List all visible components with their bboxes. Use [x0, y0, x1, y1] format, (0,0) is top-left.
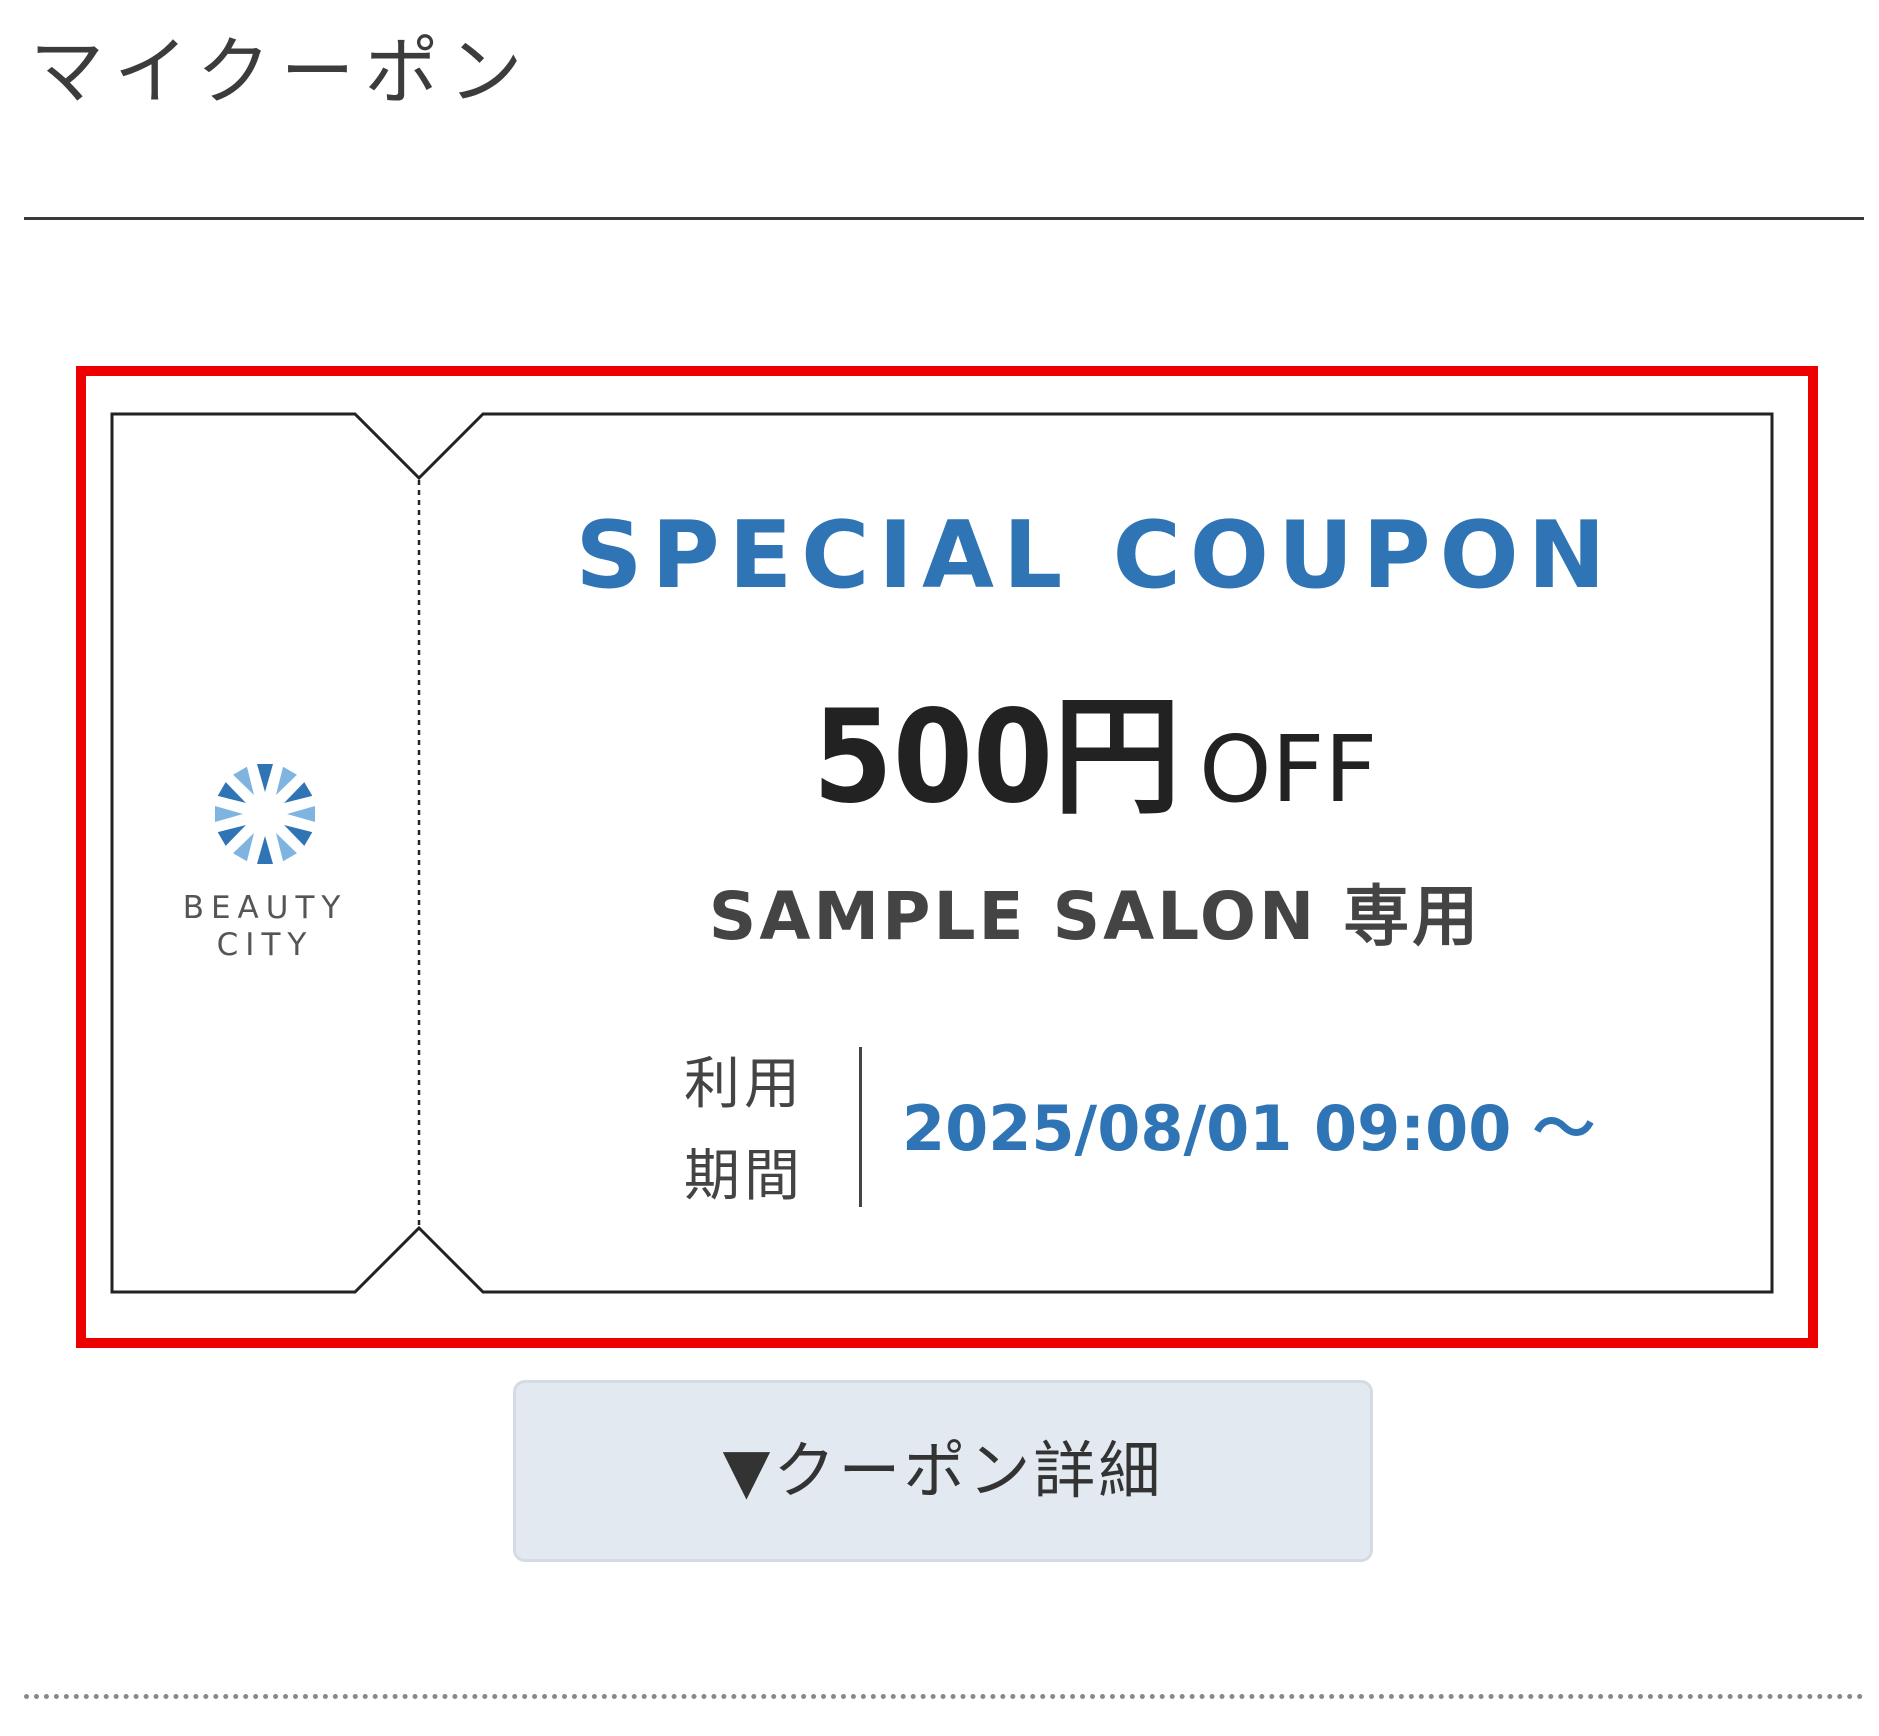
brand-name: BEAUTY CITY — [182, 890, 348, 964]
page-title: マイクーポン — [30, 29, 533, 115]
discount-suffix: OFF — [1199, 716, 1378, 823]
coupon-stub: BEAUTY CITY — [112, 414, 418, 1292]
discount-row: 500円 OFF — [422, 694, 1768, 822]
coupon-details-button[interactable]: ▼クーポン詳細 — [513, 1380, 1373, 1562]
coupon-heading: SPECIAL COUPON — [575, 501, 1615, 609]
usage-period-value: 2025/08/01 09:00 〜 — [902, 1092, 1595, 1165]
usage-period-label: 利用 期間 — [684, 1052, 804, 1209]
section-divider-dotted — [24, 1694, 1864, 1699]
usage-period-divider — [859, 1047, 862, 1207]
coupon-body: SPECIAL COUPON 500円 OFF SAMPLE SALON 専用 利… — [422, 414, 1768, 1292]
beauty-city-logo-icon — [215, 764, 315, 864]
title-divider — [24, 217, 1864, 220]
discount-amount: 500円 — [812, 683, 1182, 832]
brand-logo: BEAUTY CITY — [112, 754, 418, 964]
salon-restriction: SAMPLE SALON 専用 — [708, 878, 1482, 955]
